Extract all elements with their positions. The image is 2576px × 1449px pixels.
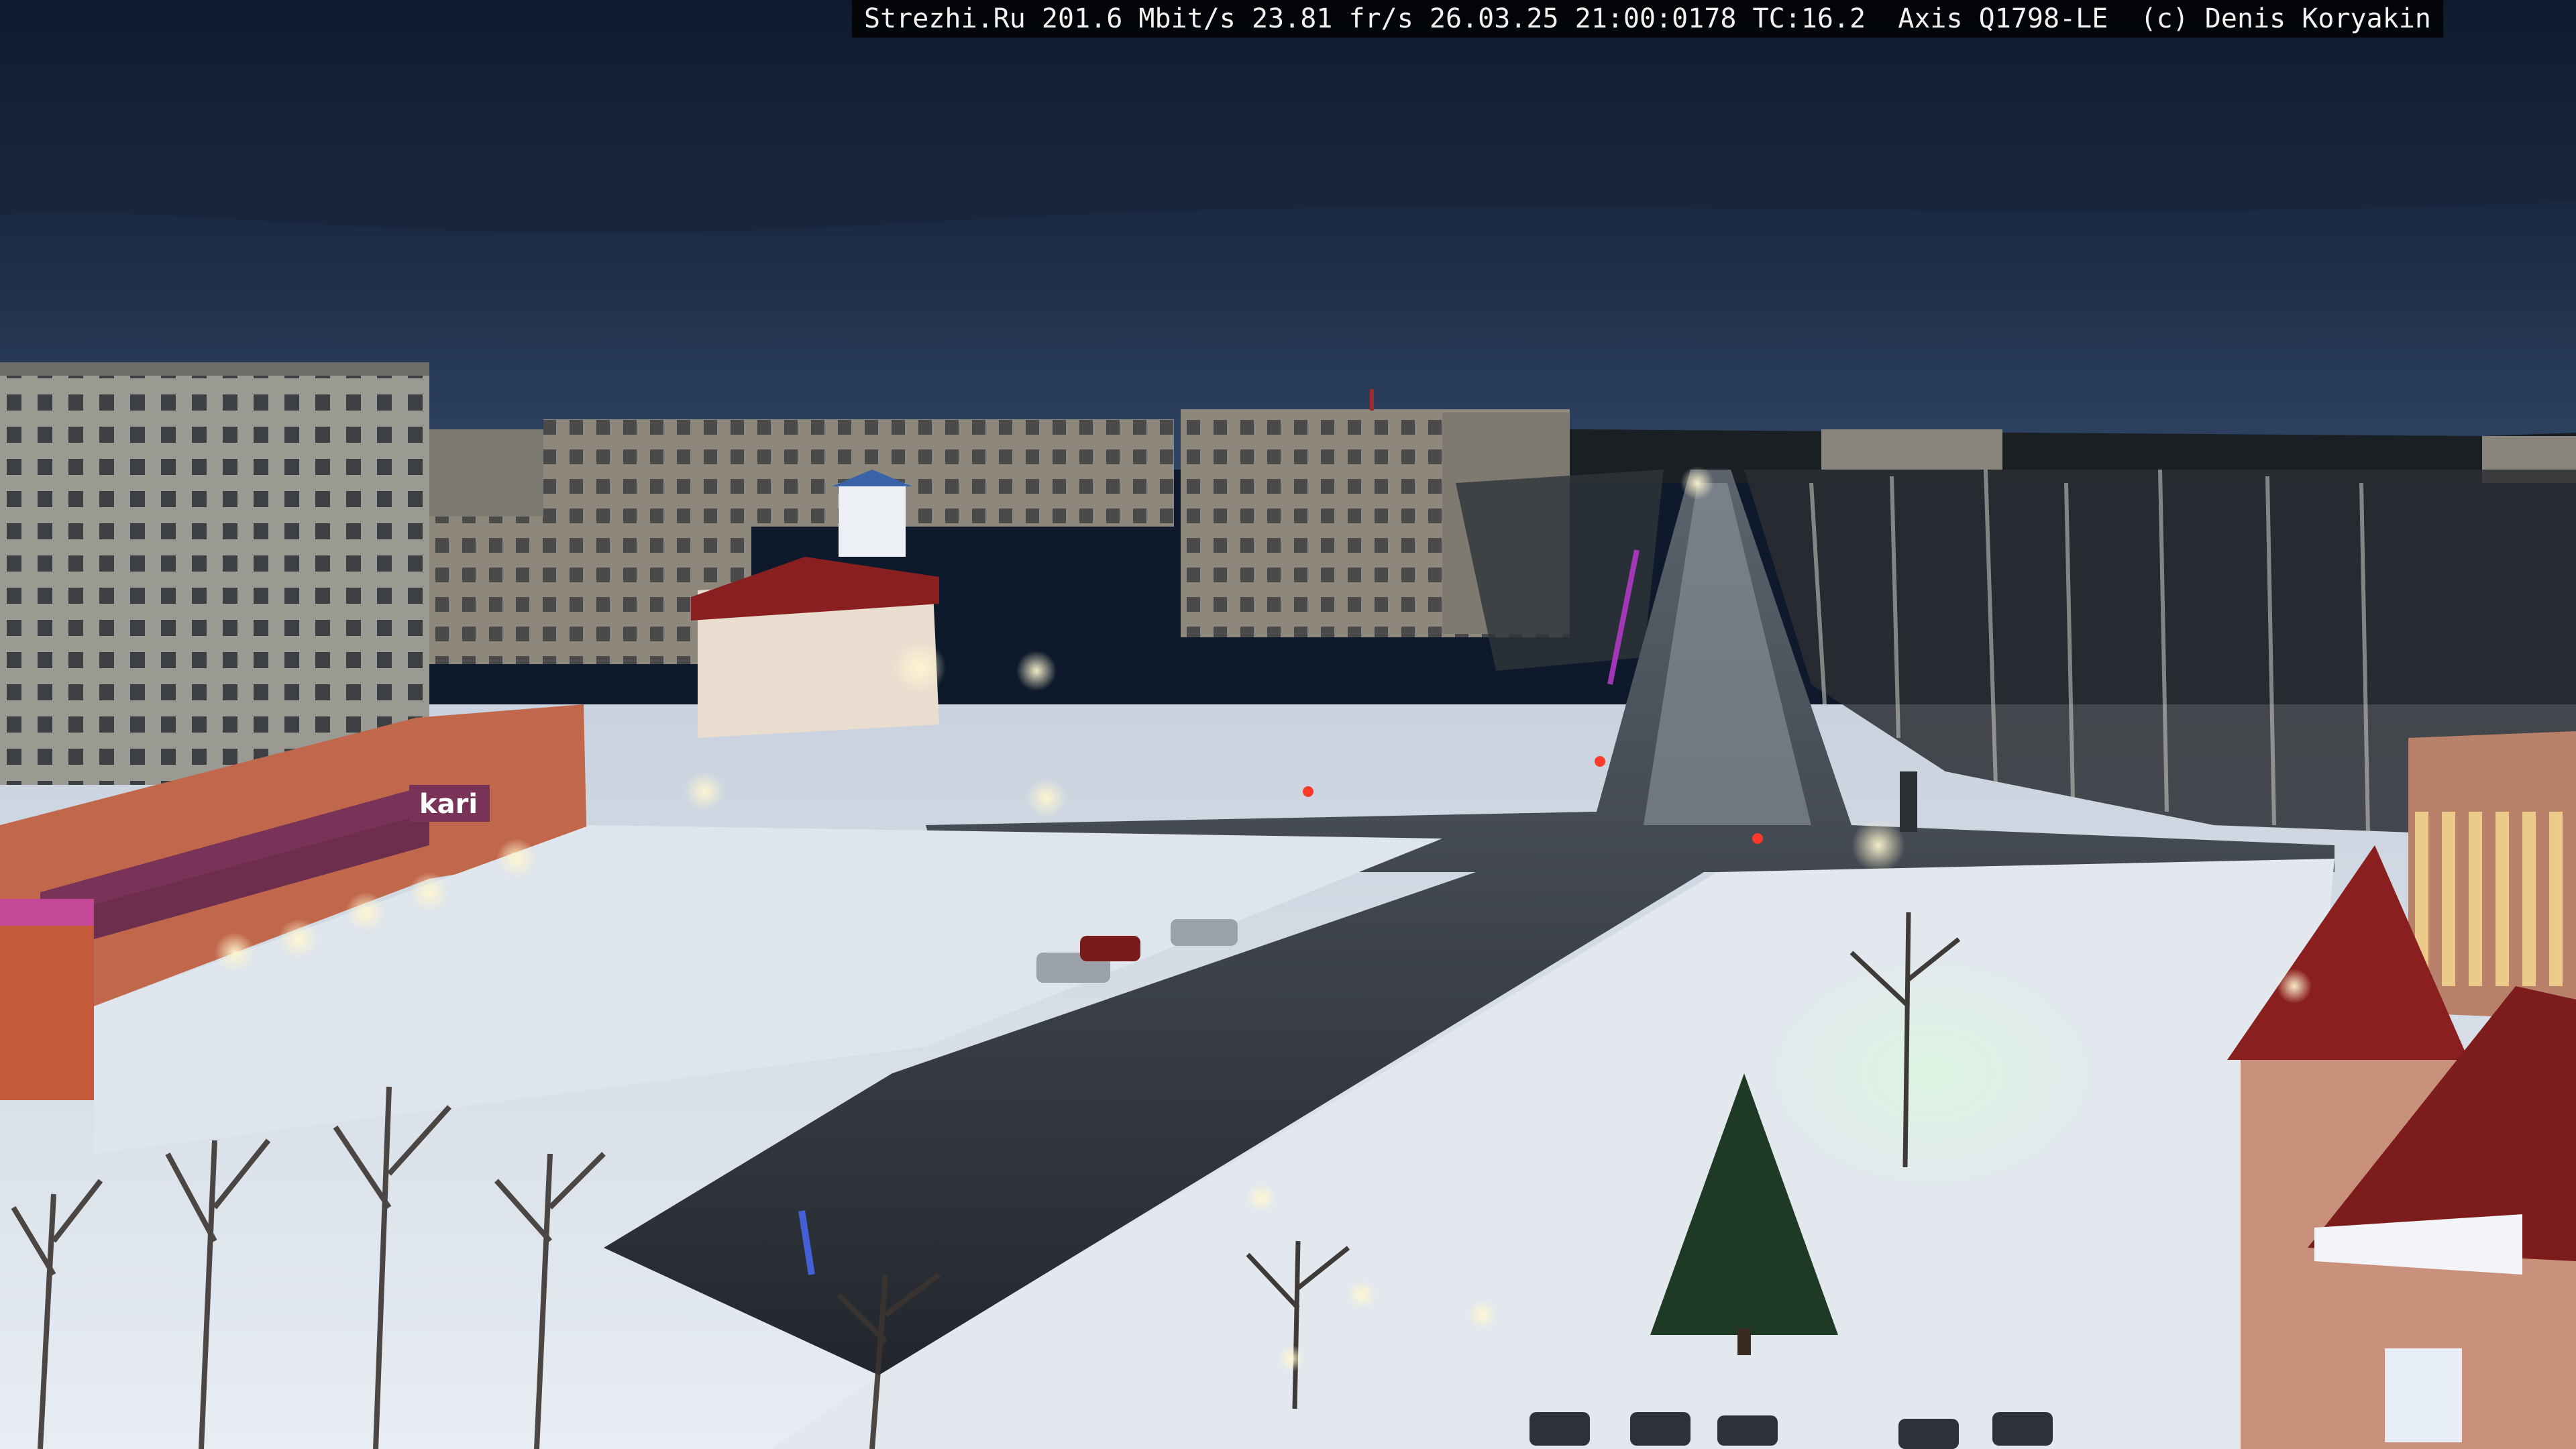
lamp-glow xyxy=(1758,953,2106,1194)
apartment-block-left xyxy=(0,369,429,785)
far-building xyxy=(429,429,550,517)
far-building xyxy=(1821,429,2002,470)
camera-info-overlay: Strezhi.Ru 201.6 Mbit/s 23.81 fr/s 26.03… xyxy=(852,0,2443,38)
store-logo: kari xyxy=(419,789,478,820)
traffic-light xyxy=(1303,786,1313,797)
webcam-scene: kari Strezhi.Ru 201.6 Mbit/s 23.81 fr/s … xyxy=(0,0,2576,1449)
webcam-image: kari xyxy=(0,0,2576,1449)
traffic-light xyxy=(1595,756,1605,767)
traffic-light xyxy=(1752,833,1763,844)
monument xyxy=(1900,771,1917,832)
